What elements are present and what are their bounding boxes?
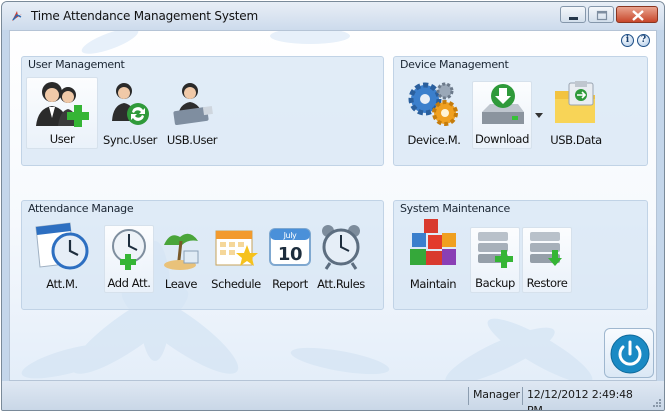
download-label: Download (475, 132, 529, 146)
user-management-group: User Management User Sync.User USB.User (21, 56, 384, 166)
calendar-clock-icon (35, 222, 89, 270)
user-add-icon (36, 82, 89, 127)
close-button[interactable] (616, 6, 658, 23)
leave-button[interactable]: Leave (158, 225, 204, 293)
info-icon[interactable]: i (621, 34, 634, 47)
window-title: Time Attendance Management System (31, 9, 258, 23)
restore-button[interactable]: Restore (522, 227, 572, 293)
add-attendance-icon (112, 229, 146, 270)
power-icon (610, 334, 650, 374)
report-calendar-day: 10 (278, 244, 302, 265)
system-maintenance-title: System Maintenance (400, 202, 510, 215)
download-dropdown-arrow-icon[interactable] (535, 113, 543, 119)
close-icon (632, 10, 644, 21)
report-button[interactable]: July 10 Report (266, 225, 314, 293)
resize-grip-icon[interactable] (651, 397, 661, 407)
attendance-management-button[interactable]: Att.M. (26, 219, 98, 293)
report-calendar-month: July (283, 231, 297, 240)
blocks-icon (410, 219, 456, 265)
maintain-button[interactable]: Maintain (400, 217, 466, 293)
usb-data-button[interactable]: USB.Data (544, 81, 608, 149)
maximize-icon (596, 10, 608, 21)
sync-user-label: Sync.User (103, 133, 157, 147)
power-exit-button[interactable] (604, 328, 654, 378)
report-calendar-icon: July 10 (269, 228, 311, 266)
device-management-group: Device Management Device.M. Download USB… (393, 56, 648, 166)
device-management-label: Device.M. (407, 133, 461, 147)
add-attendance-button[interactable]: Add Att. (104, 225, 154, 293)
restore-label: Restore (526, 276, 568, 290)
title-bar[interactable]: Time Attendance Management System (2, 2, 664, 30)
download-button[interactable]: Download (472, 81, 532, 149)
help-icons: i ? (621, 34, 650, 47)
sync-user-icon (112, 83, 149, 125)
attendance-management-label: Att.M. (46, 277, 78, 291)
app-window: Time Attendance Management System i ? Us… (1, 1, 665, 411)
restore-icon (530, 232, 562, 266)
alarm-clock-icon (322, 225, 360, 270)
gears-icon (408, 82, 458, 126)
schedule-icon (215, 230, 258, 266)
leave-icon (164, 233, 199, 270)
window-controls (558, 6, 658, 24)
user-management-title: User Management (28, 58, 125, 71)
add-attendance-label: Add Att. (107, 276, 151, 290)
status-datetime: 12/12/2012 2:49:48 PM (522, 387, 650, 410)
user-label: User (49, 132, 75, 146)
usb-data-label: USB.Data (550, 133, 602, 147)
report-label: Report (272, 277, 308, 291)
status-bar: Manager 12/12/2012 2:49:48 PM (2, 381, 664, 410)
attendance-manage-title: Attendance Manage (28, 202, 134, 215)
maintain-label: Maintain (409, 277, 457, 291)
device-management-button[interactable]: Device.M. (400, 79, 468, 149)
main-panel: i ? User Management User Sync.User USB.U… (9, 30, 657, 381)
maximize-button[interactable] (588, 6, 614, 23)
device-management-title: Device Management (400, 58, 509, 71)
backup-icon (478, 232, 513, 268)
schedule-label: Schedule (211, 277, 261, 291)
usb-user-button[interactable]: USB.User (162, 81, 222, 149)
minimize-icon (569, 17, 578, 20)
download-drive-icon (482, 84, 524, 124)
attendance-rules-label: Att.Rules (317, 277, 365, 291)
help-icon[interactable]: ? (637, 34, 650, 47)
status-user: Manager (468, 387, 520, 405)
status-datetime-text: 12/12/2012 2:49:48 PM (527, 388, 633, 411)
usb-user-icon (173, 83, 213, 126)
backup-button[interactable]: Backup (470, 227, 520, 293)
status-user-text: Manager (473, 388, 520, 401)
usb-user-label: USB.User (166, 133, 218, 147)
sync-user-button[interactable]: Sync.User (102, 81, 158, 149)
app-logo-icon (12, 11, 22, 21)
system-maintenance-group: System Maintenance Maintain Backup Resto… (393, 200, 648, 310)
schedule-button[interactable]: Schedule (208, 225, 264, 293)
backup-label: Backup (475, 276, 515, 290)
leave-label: Leave (164, 277, 198, 291)
user-button[interactable]: User (26, 77, 98, 149)
attendance-manage-group: Attendance Manage Att.M. Add Att. Leave … (21, 200, 384, 310)
attendance-rules-button[interactable]: Att.Rules (314, 223, 368, 293)
usb-data-icon (555, 81, 595, 123)
minimize-button[interactable] (560, 6, 586, 23)
